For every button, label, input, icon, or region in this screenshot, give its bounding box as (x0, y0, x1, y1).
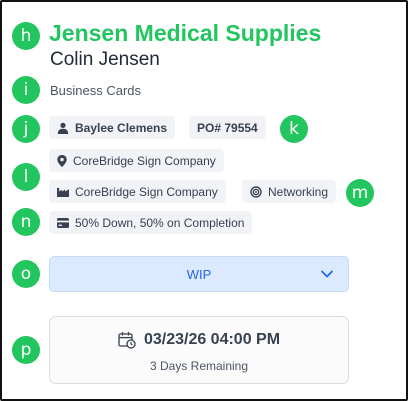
order-summary-panel: h Jensen Medical Supplies Colin Jensen i… (0, 0, 408, 401)
due-date: 03/23/26 04:00 PM (143, 331, 281, 348)
salesperson-name: Baylee Clemens (75, 120, 168, 135)
calendar-clock-icon (118, 332, 136, 349)
product-name: Business Cards (50, 83, 142, 98)
location-chip[interactable]: CoreBridge Sign Company (49, 149, 224, 172)
credit-card-icon (57, 217, 69, 228)
payment-terms: 50% Down, 50% on Completion (75, 215, 245, 230)
due-remaining: 3 Days Remaining (149, 359, 249, 373)
contact-name[interactable]: Colin Jensen (50, 49, 160, 71)
due-date-card[interactable]: 03/23/26 04:00 PM 3 Days Remaining (49, 316, 349, 384)
marker-i: i (12, 76, 40, 104)
status-dropdown[interactable]: WIP (49, 256, 349, 292)
marker-k: k (280, 115, 308, 143)
location-name: CoreBridge Sign Company (73, 153, 216, 168)
salesperson-chip[interactable]: Baylee Clemens (49, 116, 176, 139)
payment-terms-chip[interactable]: 50% Down, 50% on Completion (49, 211, 253, 234)
marker-m: m (346, 179, 374, 207)
map-pin-icon (57, 154, 67, 167)
facility-chip[interactable]: CoreBridge Sign Company (49, 180, 226, 203)
marker-n: n (12, 208, 40, 236)
po-number-chip[interactable]: PO# 79554 (189, 116, 266, 139)
factory-icon (57, 188, 69, 197)
marker-h: h (12, 22, 40, 50)
marker-l: l (12, 163, 40, 191)
chevron-down-icon (321, 270, 333, 278)
facility-name: CoreBridge Sign Company (75, 184, 218, 199)
marker-o: o (12, 260, 40, 288)
origin-name: Networking (268, 184, 329, 199)
origin-chip[interactable]: Networking (242, 180, 337, 203)
user-icon (57, 122, 69, 134)
po-number: PO# 79554 (197, 120, 258, 135)
target-icon (250, 185, 262, 198)
marker-j: j (12, 115, 40, 143)
status-value: WIP (186, 266, 212, 282)
marker-p: p (12, 336, 40, 364)
company-name[interactable]: Jensen Medical Supplies (49, 20, 321, 47)
